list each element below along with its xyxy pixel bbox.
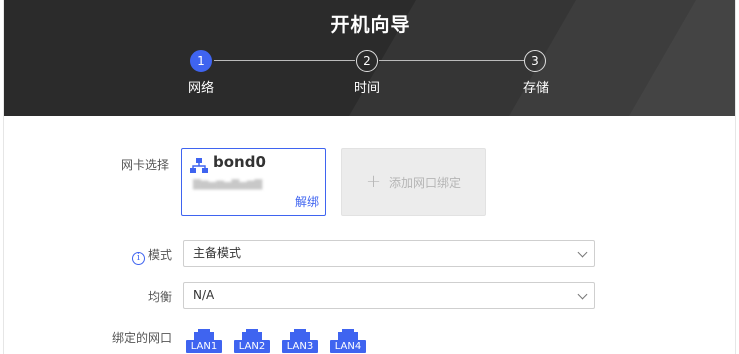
lan-port-label: LAN4 [330,340,366,353]
unbind-link[interactable]: 解绑 [295,193,319,210]
step-3-indicator: 3 [524,50,546,72]
balance-value: N/A [193,288,215,302]
step-connector [379,60,524,61]
chevron-down-icon [577,247,588,258]
plus-icon: + [365,171,382,192]
step-3-label: 存储 [522,81,549,96]
lan-port-label: LAN1 [186,340,222,353]
wizard-header: 开机向导 1 2 3 网络 时间 存储 [4,0,735,116]
network-topology-icon [190,158,208,173]
info-icon[interactable]: i [131,252,145,265]
mode-label: 模式 [147,248,172,262]
wizard-title: 开机向导 [330,14,411,36]
nic-card-bond0[interactable]: bond0 ▇▆▅▆▅▇▅▆▇ 解绑 [181,148,326,216]
add-port-bond-button[interactable]: + 添加网口绑定 [341,148,486,216]
bound-ports-label: 绑定的网口 [111,331,172,345]
lan-port-label: LAN2 [234,340,270,353]
step-2-indicator: 2 [356,50,378,72]
step-2-label: 时间 [353,81,380,96]
chevron-down-icon [577,289,588,300]
nic-name: bond0 [213,153,266,171]
lan-port-4[interactable]: LAN4 [330,328,366,354]
step-1-label: 网络 [187,81,214,96]
balance-select[interactable]: N/A [183,282,595,309]
step-1-indicator: 1 [190,50,212,72]
add-port-bond-label: 添加网口绑定 [389,175,462,190]
lan-port-3[interactable]: LAN3 [282,328,318,354]
nic-select-label: 网卡选择 [120,158,169,172]
lan-port-label: LAN3 [282,340,318,353]
balance-label: 均衡 [147,290,172,304]
lan-port-2[interactable]: LAN2 [234,328,270,354]
mode-label-group: i 模式 [62,246,172,265]
lan-port-1[interactable]: LAN1 [186,328,222,354]
mode-value: 主备模式 [193,246,242,260]
nic-ip-obscured: ▇▆▅▆▅▇▅▆▇ [193,179,263,190]
step-connector [214,60,355,61]
setup-wizard: 开机向导 1 2 3 网络 时间 存储 网卡选择 bond0 ▇▆▅▆▅▇▅▆▇… [3,0,736,354]
mode-select[interactable]: 主备模式 [183,240,595,267]
